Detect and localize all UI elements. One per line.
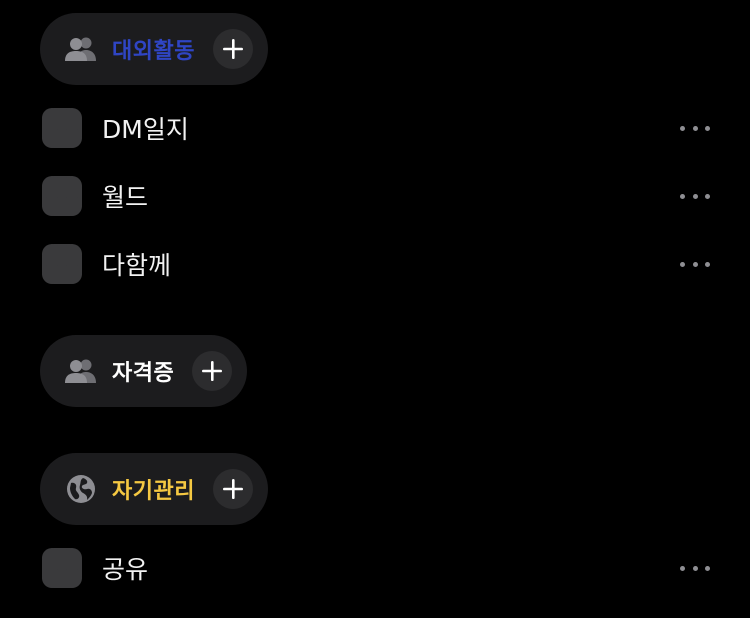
channel-list: 대외활동 DM일지 월드 다함께 자격증 자기관리 공유 [0, 0, 750, 618]
people-icon [64, 32, 98, 66]
list-item-label: 다함께 [102, 251, 172, 280]
add-channel-button[interactable] [212, 469, 253, 509]
section-title: 대외활동 [112, 39, 195, 64]
list-item-label: DM일지 [102, 115, 189, 144]
section-title: 자기관리 [112, 479, 195, 504]
section-header-external-activities[interactable]: 대외활동 [40, 13, 268, 85]
plus-icon [222, 39, 243, 59]
add-channel-button[interactable] [212, 29, 253, 69]
more-options-icon[interactable] [680, 123, 710, 133]
more-options-icon[interactable] [680, 259, 710, 269]
list-item-share[interactable]: 공유 [40, 546, 710, 590]
channel-avatar-icon [40, 546, 84, 590]
channel-avatar-icon [40, 242, 84, 286]
globe-icon [64, 472, 98, 506]
channel-avatar-icon [40, 174, 84, 218]
list-item-dm-journal[interactable]: DM일지 [40, 106, 710, 150]
channel-avatar-icon [40, 106, 84, 150]
section-title: 자격증 [112, 361, 175, 386]
list-item-world[interactable]: 월드 [40, 174, 710, 218]
plus-icon [202, 361, 223, 381]
plus-icon [222, 479, 243, 499]
people-icon [64, 354, 98, 388]
more-options-icon[interactable] [680, 563, 710, 573]
add-channel-button[interactable] [192, 351, 233, 391]
list-item-label: 월드 [102, 183, 149, 212]
section-header-certificates[interactable]: 자격증 [40, 335, 248, 407]
list-item-together[interactable]: 다함께 [40, 242, 710, 286]
list-item-label: 공유 [102, 555, 149, 584]
section-header-self-management[interactable]: 자기관리 [40, 453, 268, 525]
more-options-icon[interactable] [680, 191, 710, 201]
